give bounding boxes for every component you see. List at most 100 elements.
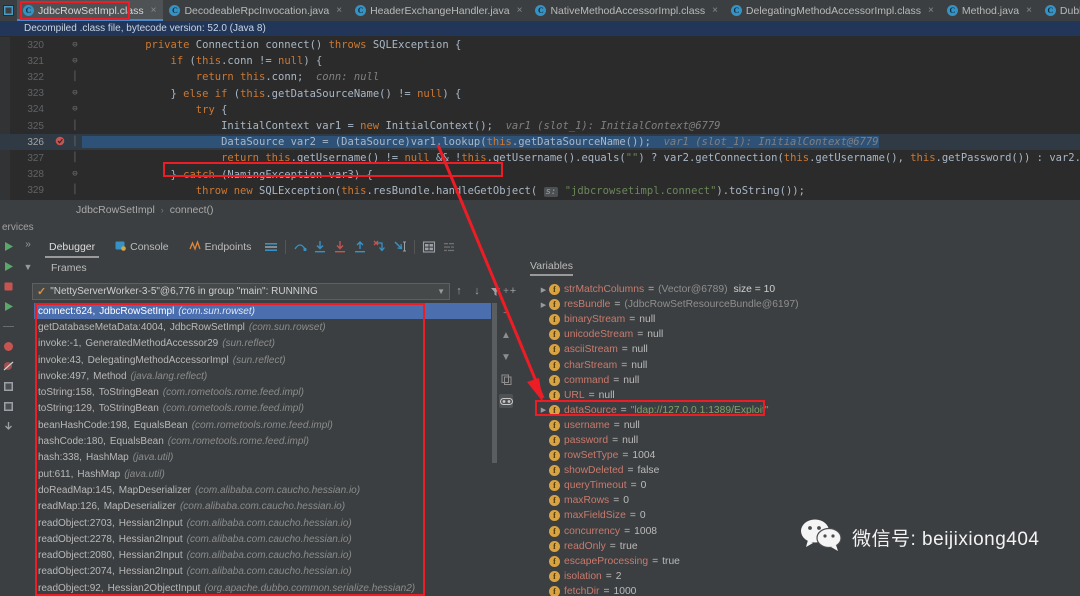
frame-list-item[interactable]: getDatabaseMetaData:4004, JdbcRowSetImpl(… bbox=[34, 319, 498, 335]
variables-scrollbar[interactable] bbox=[1073, 282, 1079, 596]
editor-tab-0[interactable]: C JdbcRowSetImpl.class × bbox=[17, 0, 164, 21]
variable-row[interactable]: ▶f username=null bbox=[520, 418, 1080, 433]
variable-row[interactable]: ▶f command=null bbox=[520, 373, 1080, 388]
frame-down-icon[interactable]: ↓ bbox=[468, 282, 486, 300]
watches-icon[interactable] bbox=[499, 394, 513, 408]
code-line[interactable]: 325 │ InitialContext var1 = new InitialCo… bbox=[0, 118, 1080, 134]
breakpoint-icon[interactable] bbox=[2, 340, 15, 353]
code-fold-icon[interactable]: ⊖ bbox=[68, 89, 82, 98]
evaluate-expression-icon[interactable] bbox=[419, 237, 439, 257]
variable-row[interactable]: ▶ f strMatchColumns = (Vector@6789) size = 10 bbox=[520, 282, 1080, 297]
close-icon[interactable]: × bbox=[517, 5, 523, 16]
code-fold-icon[interactable]: │ bbox=[68, 153, 82, 163]
editor-tab-4[interactable]: C DelegatingMethodAccessorImpl.class × bbox=[724, 0, 941, 21]
frame-list-item[interactable]: readMap:126, MapDeserializer (com.alibaba.… bbox=[34, 499, 498, 515]
variable-row[interactable]: ▶f showDeleted=false bbox=[520, 463, 1080, 478]
code-line[interactable]: 324 ⊖ try { bbox=[0, 102, 1080, 118]
breadcrumb-method[interactable]: connect() bbox=[170, 204, 214, 216]
close-icon[interactable]: × bbox=[151, 5, 157, 16]
breakpoint-icon[interactable] bbox=[52, 136, 68, 149]
expand-triangle-icon[interactable]: ▶ bbox=[538, 406, 549, 414]
code-line[interactable]: 326 │ DataSource var2 = (DataSource)var1.… bbox=[0, 134, 1080, 151]
close-icon[interactable]: × bbox=[336, 5, 342, 16]
mute-breakpoints-toolbar-icon[interactable] bbox=[439, 237, 459, 257]
add-watch-icon[interactable]: + bbox=[499, 284, 513, 298]
code-line[interactable]: 329 │ throw new SQLException(this.resBund… bbox=[0, 183, 1080, 199]
frame-list-item[interactable]: invoke:497, Method (java.lang.reflect) bbox=[34, 368, 498, 384]
show-execution-point-icon[interactable] bbox=[261, 237, 281, 257]
breadcrumb[interactable]: JdbcRowSetImpl › connect() bbox=[0, 200, 1080, 219]
expand-chevrons-icon[interactable]: » bbox=[25, 239, 31, 250]
variable-row[interactable]: ▶f rowSetType=1004 bbox=[520, 448, 1080, 463]
rerun-icon[interactable] bbox=[2, 260, 15, 273]
variable-row[interactable]: ▶f password=null bbox=[520, 433, 1080, 448]
variable-row[interactable]: ▶f queryTimeout=0 bbox=[520, 478, 1080, 493]
chevron-down-icon[interactable]: ▼ bbox=[437, 287, 445, 296]
frame-list-item[interactable]: readObject:92, Hessian2ObjectInput (org.ap… bbox=[34, 580, 498, 596]
close-icon[interactable]: × bbox=[1026, 5, 1032, 16]
code-fold-icon[interactable]: │ bbox=[68, 72, 82, 82]
variable-row[interactable]: ▶f unicodeStream=null bbox=[520, 327, 1080, 342]
variable-row[interactable]: ▶f URL=null bbox=[520, 388, 1080, 403]
variable-row[interactable]: ▶ f resBundle = (JdbcRowSetResourceBundle@61… bbox=[520, 297, 1080, 312]
code-fold-icon[interactable]: ⊖ bbox=[68, 105, 82, 114]
breadcrumb-class[interactable]: JdbcRowSetImpl bbox=[76, 204, 155, 216]
variable-row[interactable]: ▶f fetchDir=1000 bbox=[520, 584, 1080, 596]
settings-icon[interactable] bbox=[2, 380, 15, 393]
frame-list-item[interactable]: toString:158, ToStringBean (com.rometools.… bbox=[34, 384, 498, 400]
variable-row[interactable]: ▶ f dataSource = "ldap://127.0.0.1:1389/Expl… bbox=[520, 403, 1080, 418]
variable-row[interactable]: ▶f binaryStream=null bbox=[520, 312, 1080, 327]
frame-list-item[interactable]: readObject:2080, Hessian2Input (com.alibab… bbox=[34, 547, 498, 563]
mute-breakpoints-icon[interactable] bbox=[2, 360, 15, 373]
editor-tab-2[interactable]: C HeaderExchangeHandler.java × bbox=[349, 0, 530, 21]
code-editor[interactable]: 320 ⊖ private Connection connect() throws… bbox=[0, 37, 1080, 200]
frame-list-item[interactable]: invoke:-1, GeneratedMethodAccessor29 (sun.… bbox=[34, 336, 498, 352]
variable-row[interactable]: ▶f charStream=null bbox=[520, 357, 1080, 372]
tab-debugger[interactable]: Debugger bbox=[39, 236, 105, 258]
step-over-icon[interactable] bbox=[290, 237, 310, 257]
editor-tab-6[interactable]: CDubboProtocol.java× bbox=[1038, 0, 1080, 21]
editor-tab-3[interactable]: C NativeMethodAccessorImpl.class × bbox=[529, 0, 725, 21]
collapse-triangle-icon[interactable]: ▼ bbox=[24, 262, 33, 272]
frame-list-item[interactable]: invoke:43, DelegatingMethodAccessorImpl (s… bbox=[34, 352, 498, 368]
layout-icon[interactable] bbox=[2, 400, 15, 413]
resume-program-icon[interactable] bbox=[2, 240, 15, 253]
thread-selector[interactable]: ✓ "NettyServerWorker-3-5"@6,776 in group… bbox=[32, 282, 450, 300]
code-fold-icon[interactable]: ⊖ bbox=[68, 170, 82, 179]
pin-icon[interactable] bbox=[2, 420, 15, 433]
variable-row[interactable]: ▶f maxRows=0 bbox=[520, 493, 1080, 508]
frame-list-item[interactable]: hash:338, HashMap (java.util) bbox=[34, 450, 498, 466]
code-fold-icon[interactable]: ⊖ bbox=[68, 40, 82, 50]
frame-list-item[interactable]: hashCode:180, EqualsBean (com.rometools.ro… bbox=[34, 433, 498, 449]
close-icon[interactable]: × bbox=[712, 5, 718, 16]
close-icon[interactable]: × bbox=[928, 5, 934, 16]
code-line[interactable]: 321 ⊖ if (this.conn != null) { bbox=[0, 53, 1080, 69]
code-line[interactable]: 323 ⊖ } else if (this.getDataSourceName()… bbox=[0, 86, 1080, 102]
step-into-icon[interactable] bbox=[310, 237, 330, 257]
tab-console[interactable]: Console bbox=[105, 236, 179, 258]
frame-list-item[interactable]: toString:129, ToStringBean (com.rometools.… bbox=[34, 401, 498, 417]
variable-row[interactable]: ▶f asciiStream=null bbox=[520, 342, 1080, 357]
editor-tab-5[interactable]: C Method.java × bbox=[940, 0, 1039, 21]
frame-up-icon[interactable]: ↑ bbox=[450, 282, 468, 300]
expand-triangle-icon[interactable]: ▶ bbox=[538, 286, 549, 294]
frames-scrollbar[interactable] bbox=[491, 303, 498, 596]
editor-tab-1[interactable]: C DecodeableRpcInvocation.java × bbox=[163, 0, 350, 21]
code-line[interactable]: 320 ⊖ private Connection connect() throws… bbox=[0, 37, 1080, 53]
remove-watch-icon[interactable]: − bbox=[499, 306, 513, 320]
code-fold-icon[interactable]: │ bbox=[68, 186, 82, 195]
drop-frame-icon[interactable] bbox=[370, 237, 390, 257]
frame-list-item[interactable]: readObject:2278, Hessian2Input (com.alibab… bbox=[34, 531, 498, 547]
stop-icon[interactable] bbox=[2, 280, 15, 293]
code-line[interactable]: 327 │ return this.getUsername() != null &… bbox=[0, 150, 1080, 166]
code-fold-icon[interactable]: │ bbox=[68, 137, 82, 147]
code-line[interactable]: 322 │ return this.conn; conn: null bbox=[0, 69, 1080, 85]
tab-bar-leading-icon[interactable] bbox=[0, 0, 17, 21]
copy-icon[interactable] bbox=[499, 372, 513, 386]
move-down-icon[interactable]: ▼ bbox=[499, 350, 513, 364]
step-out-icon[interactable] bbox=[350, 237, 370, 257]
frame-list-item[interactable]: readObject:2703, Hessian2Input (com.alibab… bbox=[34, 515, 498, 531]
frames-scrollbar-thumb[interactable] bbox=[492, 303, 497, 463]
frame-list-item[interactable]: beanHashCode:198, EqualsBean (com.rometool… bbox=[34, 417, 498, 433]
frame-list-item[interactable]: doReadMap:145, MapDeserializer (com.alibab… bbox=[34, 482, 498, 498]
